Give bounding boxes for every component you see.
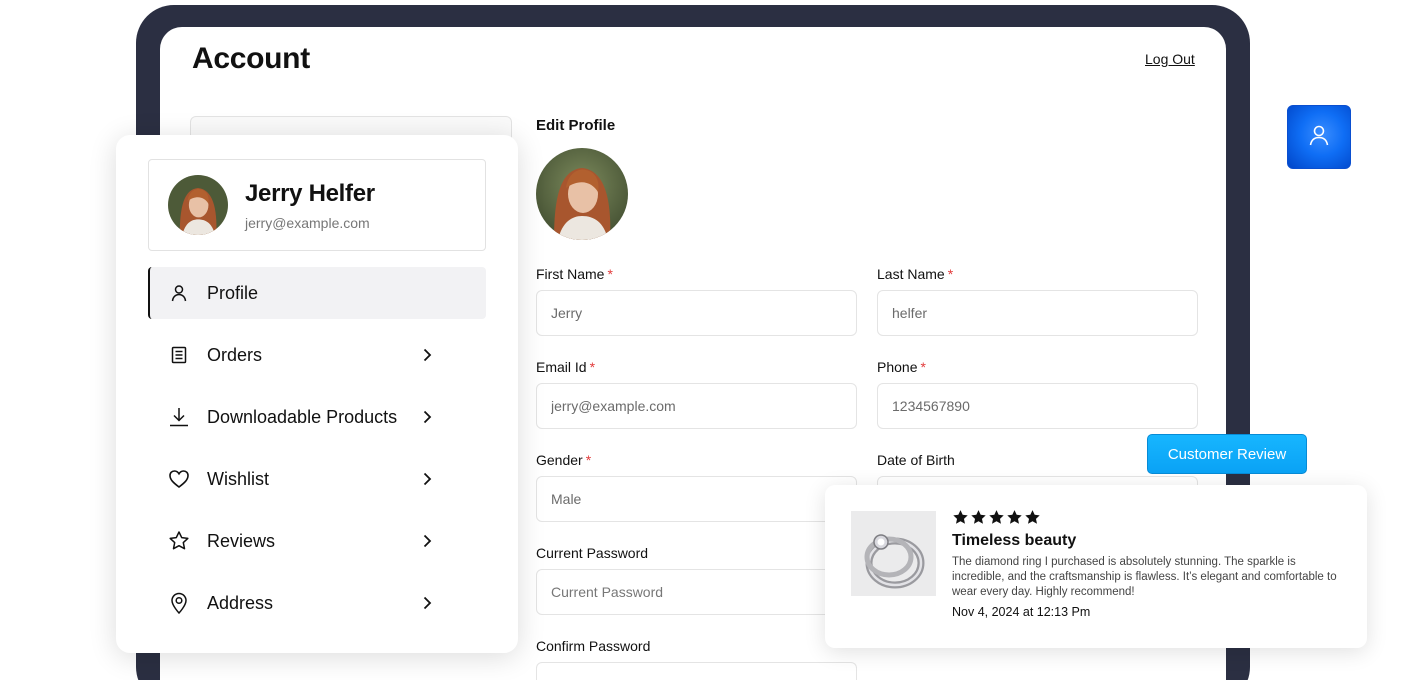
confirm-password-field[interactable] [536,662,857,680]
sidebar-item-address[interactable]: Address [148,577,486,629]
user-icon [168,282,190,304]
user-name: Jerry Helfer [245,180,375,207]
product-image [851,511,936,596]
sidebar-item-label: Downloadable Products [207,406,398,427]
sidebar-item-downloadable-products[interactable]: Downloadable Products [148,391,486,443]
current-password-label: Current Password [536,545,649,561]
download-icon [168,406,190,428]
orders-icon [168,344,190,366]
email-field[interactable] [536,383,857,429]
star-icon [989,510,1004,524]
account-button[interactable] [1287,105,1351,169]
user-email: jerry@example.com [245,215,370,231]
first-name-label: First Name * [536,266,613,282]
chevron-right-icon [418,408,436,426]
location-pin-icon [168,592,190,614]
phone-label: Phone * [877,359,926,375]
sidebar-item-label: Orders [207,344,263,365]
chevron-right-icon [418,594,436,612]
chevron-right-icon [418,470,436,488]
star-icon [168,530,190,552]
star-icon [1007,510,1022,524]
confirm-password-label: Confirm Password [536,638,651,654]
sidebar-item-label: Address [207,592,274,613]
first-name-field[interactable] [536,290,857,336]
gender-label: Gender * [536,452,592,468]
user-icon [1306,122,1332,153]
gender-select[interactable] [536,476,857,522]
profile-avatar[interactable] [536,148,628,240]
sidebar-item-label: Reviews [207,530,276,551]
logout-link[interactable]: Log Out [1145,51,1195,67]
chevron-right-icon [418,532,436,550]
review-title: Timeless beauty [952,532,1077,549]
review-body: The diamond ring I purchased is absolute… [952,556,1337,598]
star-icon [1025,510,1040,524]
sidebar-item-wishlist[interactable]: Wishlist [148,453,486,505]
review-card: Timeless beauty The diamond ring I purch… [825,485,1367,648]
edit-profile-title: Edit Profile [536,117,616,134]
user-summary: Jerry Helfer jerry@example.com [148,159,486,251]
last-name-label: Last Name * [877,266,954,282]
heart-icon [168,468,190,490]
phone-field[interactable] [877,383,1198,429]
sidebar-item-reviews[interactable]: Reviews [148,515,486,567]
page-title: Account [192,42,310,75]
star-icon [971,510,986,524]
dob-label: Date of Birth [877,452,955,468]
rating-stars [952,509,1041,526]
email-label: Email Id * [536,359,596,375]
star-icon [953,510,968,524]
account-sidebar: Jerry Helfer jerry@example.com Profile O… [116,135,518,653]
customer-review-button[interactable]: Customer Review [1147,434,1307,474]
review-date: Nov 4, 2024 at 12:13 Pm [952,605,1091,619]
sidebar-item-label: Wishlist [207,468,269,489]
avatar [168,175,228,235]
sidebar-item-label: Profile [207,282,259,303]
sidebar-item-profile[interactable]: Profile [148,267,486,319]
current-password-field[interactable] [536,569,857,615]
last-name-field[interactable] [877,290,1198,336]
sidebar-item-orders[interactable]: Orders [148,329,486,381]
chevron-right-icon [418,346,436,364]
